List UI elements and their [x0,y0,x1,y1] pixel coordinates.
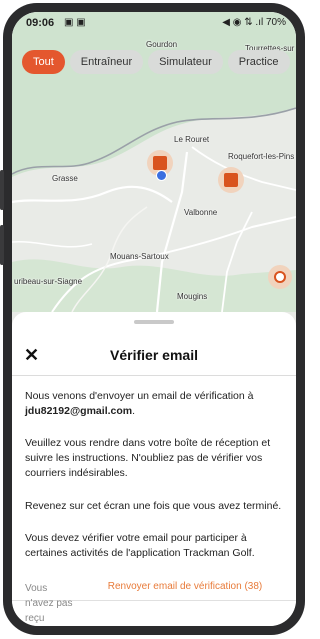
filter-chip-entraineur[interactable]: Entraîneur [69,50,144,74]
sheet-drag-handle[interactable] [134,320,174,324]
email-address: jdu82192@gmail.com [25,405,133,417]
resend-email-button[interactable]: Renvoyer email de vérification (38) [82,581,288,592]
trackman-logo-icon [153,156,167,170]
filter-chip-practice[interactable]: Practice [227,50,290,74]
status-bar: 09:06 ▣ ▣ ◀ ◉ ⇅ .ıl 70% [12,12,296,36]
current-location-dot [156,170,167,181]
map-label-mouans-sartoux: Mouans-Sartoux [110,252,169,261]
verification-requirement: Vous devez vérifier votre email pour par… [25,532,255,559]
return-instructions: Revenez sur cet écran une fois que vous … [25,500,282,512]
map-label-roquefort: Roquefort-les-Pins [228,152,295,161]
not-received-text: Vous n'avez pas reçu [25,583,73,624]
map-label-gourdon: Gourdon [146,40,178,49]
status-right-icons: ◀ ◉ ⇅ .ıl 70% [222,17,286,28]
phone-side-button [0,225,4,265]
map-label-mougins: Mougins [177,292,208,301]
inbox-instructions: Veuillez vous rendre dans votre boîte de… [25,437,271,479]
sent-email-text: Nous venons d'envoyer un email de vérifi… [25,390,254,402]
map-label-valbonne: Valbonne [184,208,218,217]
target-icon [274,271,286,283]
trackman-location-marker[interactable] [218,167,244,193]
filter-chip-tout[interactable]: Tout [22,50,65,74]
sheet-footer: Vous n'avez pas reçu Renvoyer email de v… [12,581,296,626]
map-label-le-rouret: Le Rouret [174,135,210,144]
map-label-auribeau: uribeau-sur-Siagne [14,277,83,286]
filter-chip-simulateur[interactable]: Simulateur [148,50,223,74]
sent-email-message: Nous venons d'envoyer un email de vérifi… [25,389,287,419]
sheet-header: ✕ Vérifier email [12,337,296,376]
phone-screen: Gourdon Tourrettes-sur Le Rouret Roquefo… [12,12,296,626]
location-pin-marker[interactable] [268,265,292,289]
trackman-logo-icon [224,173,238,187]
status-time: 09:06 [26,17,55,29]
phone-volume-button [0,170,4,210]
map-label-grasse: Grasse [52,174,78,183]
notification-icons: ▣ ▣ [64,17,86,28]
sent-email-period: . [132,405,136,417]
sheet-title: Vérifier email [110,347,198,363]
filter-chips: Tout Entraîneur Simulateur Practice [22,50,295,76]
